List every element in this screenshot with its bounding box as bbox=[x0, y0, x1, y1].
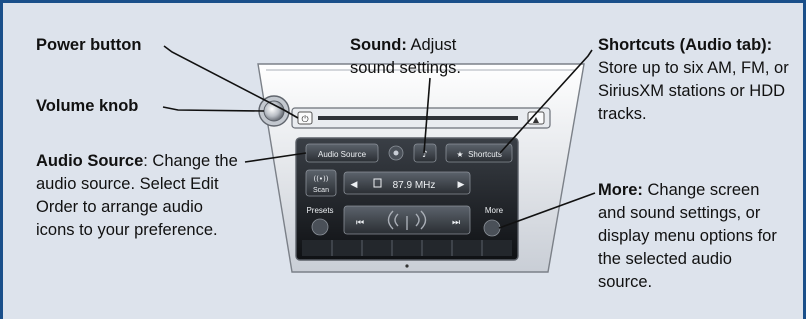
shortcuts-callout: Shortcuts (Audio tab): Store up to six A… bbox=[598, 34, 790, 126]
more-label: More bbox=[485, 206, 504, 215]
scan-label: Scan bbox=[313, 187, 329, 194]
svg-text:⏻: ⏻ bbox=[301, 114, 308, 125]
presets-label: Presets bbox=[306, 206, 333, 215]
svg-text:⏮: ⏮ bbox=[356, 218, 364, 228]
volume-knob-icon bbox=[258, 95, 290, 127]
presets-button bbox=[311, 218, 329, 236]
frequency-readout: 87.9 MHz bbox=[393, 180, 436, 191]
more-callout: More: Change screen and sound settings, … bbox=[598, 179, 784, 294]
svg-text:♪: ♪ bbox=[422, 150, 428, 160]
svg-text:★: ★ bbox=[456, 150, 463, 159]
sound-callout: Sound: Adjust sound settings. bbox=[350, 34, 490, 80]
shortcuts-callout-text: Store up to six AM, FM, or SiriusXM stat… bbox=[598, 59, 789, 123]
audio-source-label: Audio Source bbox=[318, 150, 367, 159]
more-button bbox=[483, 219, 501, 237]
audio-source-callout-title: Audio Source bbox=[36, 152, 144, 170]
svg-text:⏭: ⏭ bbox=[452, 218, 460, 228]
svg-text:▶: ▶ bbox=[458, 180, 465, 190]
audio-source-callout: Audio Source: Change the audio source. S… bbox=[36, 150, 246, 242]
power-callout-title: Power button bbox=[36, 36, 142, 54]
svg-text:((•)): ((•)) bbox=[313, 175, 328, 183]
sound-callout-title: Sound: bbox=[350, 36, 407, 54]
shortcuts-callout-title: Shortcuts (Audio tab): bbox=[598, 36, 773, 54]
more-callout-title: More: bbox=[598, 181, 643, 199]
volume-callout-title: Volume knob bbox=[36, 97, 139, 115]
power-button-callout: Power button bbox=[36, 34, 141, 57]
shortcuts-label: Shortcuts bbox=[468, 150, 502, 159]
volume-knob-callout: Volume knob bbox=[36, 95, 138, 118]
svg-text:▲: ▲ bbox=[533, 115, 540, 124]
svg-text:◀: ◀ bbox=[351, 180, 358, 190]
